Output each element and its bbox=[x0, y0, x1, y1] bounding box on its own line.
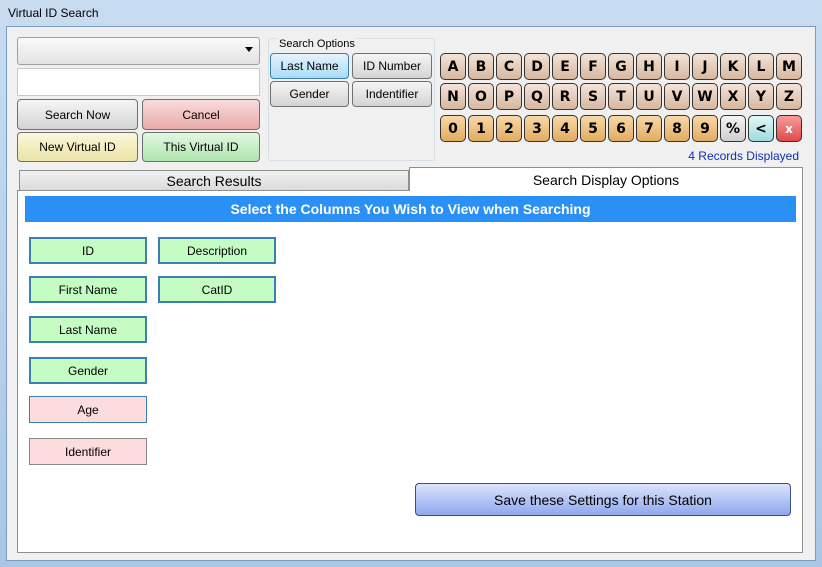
search-now-button[interactable]: Search Now bbox=[17, 99, 138, 130]
records-count: 4 Records Displayed bbox=[688, 149, 799, 163]
key-r[interactable]: R bbox=[552, 83, 578, 110]
key-g[interactable]: G bbox=[608, 53, 634, 80]
search-input[interactable] bbox=[17, 68, 260, 96]
columns-banner: Select the Columns You Wish to View when… bbox=[25, 196, 796, 222]
key-backspace[interactable]: < bbox=[748, 115, 774, 142]
key-9[interactable]: 9 bbox=[692, 115, 718, 142]
column-description-toggle[interactable]: Description bbox=[158, 237, 276, 264]
key-t[interactable]: T bbox=[608, 83, 634, 110]
key-y[interactable]: Y bbox=[748, 83, 774, 110]
key-c[interactable]: C bbox=[496, 53, 522, 80]
key-o[interactable]: O bbox=[468, 83, 494, 110]
key-5[interactable]: 5 bbox=[580, 115, 606, 142]
option-id-number[interactable]: ID Number bbox=[352, 53, 432, 79]
column-identifier-toggle[interactable]: Identifier bbox=[29, 438, 147, 465]
tab-search-results[interactable]: Search Results bbox=[19, 170, 409, 191]
new-virtual-id-button[interactable]: New Virtual ID bbox=[17, 132, 138, 162]
this-virtual-id-button[interactable]: This Virtual ID bbox=[142, 132, 260, 162]
key-a[interactable]: A bbox=[440, 53, 466, 80]
option-identifier[interactable]: Indentifier bbox=[352, 81, 432, 107]
search-options-title: Search Options bbox=[277, 38, 357, 50]
key-d[interactable]: D bbox=[524, 53, 550, 80]
column-gender-toggle[interactable]: Gender bbox=[29, 357, 147, 384]
option-gender[interactable]: Gender bbox=[270, 81, 349, 107]
key-e[interactable]: E bbox=[552, 53, 578, 80]
window: Virtual ID Search Search Now Cancel New … bbox=[0, 0, 822, 567]
key-2[interactable]: 2 bbox=[496, 115, 522, 142]
title-bar[interactable]: Virtual ID Search bbox=[0, 0, 822, 26]
key-q[interactable]: Q bbox=[524, 83, 550, 110]
column-catid-toggle[interactable]: CatID bbox=[158, 276, 276, 303]
option-last-name[interactable]: Last Name bbox=[270, 53, 349, 79]
key-7[interactable]: 7 bbox=[636, 115, 662, 142]
column-last-name-toggle[interactable]: Last Name bbox=[29, 316, 147, 343]
key-z[interactable]: Z bbox=[776, 83, 802, 110]
key-f[interactable]: F bbox=[580, 53, 606, 80]
key-u[interactable]: U bbox=[636, 83, 662, 110]
key-w[interactable]: W bbox=[692, 83, 718, 110]
key-4[interactable]: 4 bbox=[552, 115, 578, 142]
key-l[interactable]: L bbox=[748, 53, 774, 80]
cancel-button[interactable]: Cancel bbox=[142, 99, 260, 130]
key-s[interactable]: S bbox=[580, 83, 606, 110]
key-clear[interactable]: x bbox=[776, 115, 802, 142]
column-age-toggle[interactable]: Age bbox=[29, 396, 147, 423]
tab-search-display-options[interactable]: Search Display Options bbox=[409, 167, 803, 191]
key-0[interactable]: 0 bbox=[440, 115, 466, 142]
key-x[interactable]: X bbox=[720, 83, 746, 110]
key-3[interactable]: 3 bbox=[524, 115, 550, 142]
key-1[interactable]: 1 bbox=[468, 115, 494, 142]
key-i[interactable]: I bbox=[664, 53, 690, 80]
key-n[interactable]: N bbox=[440, 83, 466, 110]
key-m[interactable]: M bbox=[776, 53, 802, 80]
key-percent[interactable]: % bbox=[720, 115, 746, 142]
key-8[interactable]: 8 bbox=[664, 115, 690, 142]
save-settings-button[interactable]: Save these Settings for this Station bbox=[415, 483, 791, 516]
key-p[interactable]: P bbox=[496, 83, 522, 110]
column-id-toggle[interactable]: ID bbox=[29, 237, 147, 264]
key-b[interactable]: B bbox=[468, 53, 494, 80]
column-first-name-toggle[interactable]: First Name bbox=[29, 276, 147, 303]
key-h[interactable]: H bbox=[636, 53, 662, 80]
key-6[interactable]: 6 bbox=[608, 115, 634, 142]
search-combo[interactable] bbox=[17, 37, 260, 65]
window-title: Virtual ID Search bbox=[8, 6, 99, 20]
key-j[interactable]: J bbox=[692, 53, 718, 80]
key-v[interactable]: V bbox=[664, 83, 690, 110]
key-k[interactable]: K bbox=[720, 53, 746, 80]
chevron-down-icon[interactable] bbox=[245, 47, 253, 52]
